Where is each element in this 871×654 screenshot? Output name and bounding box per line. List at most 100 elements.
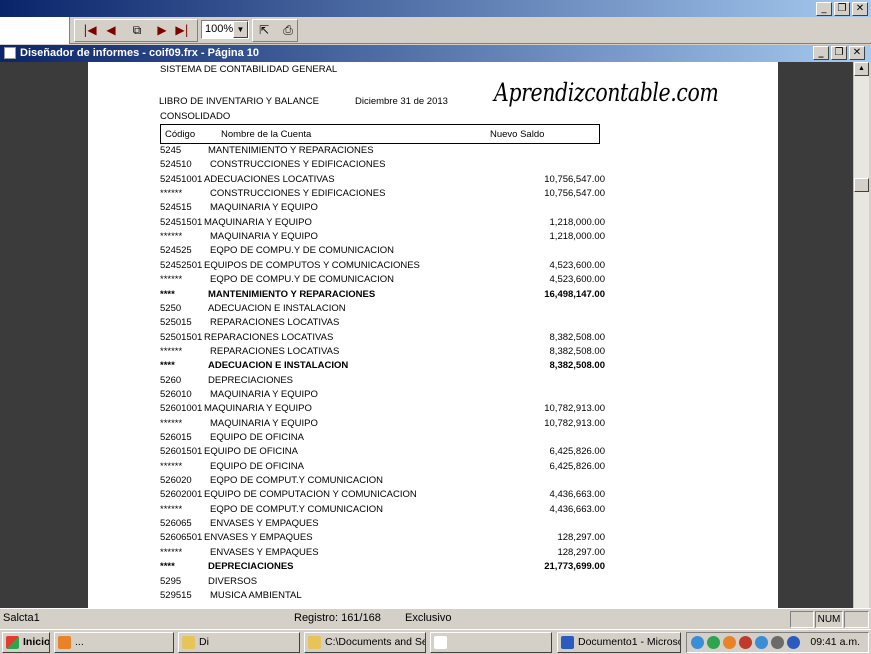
tray-icon[interactable] bbox=[739, 636, 752, 649]
table-row: 524525 EQPO DE COMPU.Y DE COMUNICACION bbox=[160, 245, 605, 259]
vertical-scrollbar[interactable]: ▲ bbox=[853, 62, 869, 608]
account-code: 52501501 bbox=[160, 331, 203, 343]
exit-preview-icon[interactable]: ⇱ bbox=[254, 20, 274, 40]
account-balance: 10,756,547.00 bbox=[544, 173, 605, 185]
tray-icon[interactable] bbox=[707, 636, 720, 649]
app-titlebar: _ ❐ ✕ bbox=[0, 0, 871, 17]
account-code: 52452501 bbox=[160, 259, 203, 271]
taskbar-button[interactable]: ... bbox=[54, 632, 174, 653]
first-page-icon[interactable]: |◀ bbox=[80, 20, 100, 40]
account-name: EQUIPO DE OFICINA bbox=[210, 460, 304, 472]
table-row: 529515 MUSICA AMBIENTAL bbox=[160, 590, 605, 604]
table-row: ****** EQUIPO DE OFICINA 6,425,826.00 bbox=[160, 461, 605, 475]
column-header: Código Nombre de la Cuenta Nuevo Saldo bbox=[160, 124, 600, 144]
status-panel bbox=[844, 611, 869, 628]
print-icon[interactable]: ⎙ bbox=[278, 20, 298, 40]
tray-icon[interactable] bbox=[787, 636, 800, 649]
toolbar-blank-strip bbox=[0, 17, 70, 44]
app-icon bbox=[182, 636, 195, 649]
table-row: ****** EQPO DE COMPUT.Y COMUNICACION 4,436… bbox=[160, 504, 605, 518]
account-name: MAQUINARIA Y EQUIPO bbox=[210, 388, 318, 400]
taskbar-button[interactable]: Documento1 - Microso... bbox=[557, 632, 681, 653]
account-balance: 10,782,913.00 bbox=[544, 417, 605, 429]
table-row: 526020 EQPO DE COMPUT.Y COMUNICACION bbox=[160, 475, 605, 489]
preview-area: SISTEMA DE CONTABILIDAD GENERAL LIBRO DE… bbox=[0, 62, 853, 608]
account-code: 526010 bbox=[160, 388, 192, 400]
account-code: **** bbox=[160, 288, 175, 300]
restore-icon[interactable]: ❐ bbox=[831, 46, 847, 60]
tray-icon[interactable] bbox=[755, 636, 768, 649]
account-name: DIVERSOS bbox=[208, 575, 258, 587]
account-code: 526015 bbox=[160, 432, 192, 443]
zoom-select[interactable]: 100% ▼ bbox=[201, 20, 249, 39]
table-row: 524510 CONSTRUCCIONES Y EDIFICACIONES bbox=[160, 159, 605, 173]
restore-icon[interactable]: ❐ bbox=[834, 2, 850, 16]
account-name: MANTENIMIENTO Y REPARACIONES bbox=[208, 145, 374, 156]
account-balance: 1,218,000.00 bbox=[549, 231, 605, 243]
account-name: ADECUACION E INSTALACION bbox=[208, 302, 346, 314]
window-titlebar: Diseñador de informes - coif09.frx - Pág… bbox=[0, 45, 871, 62]
account-code: ****** bbox=[160, 345, 183, 357]
account-balance: 10,782,913.00 bbox=[544, 403, 605, 415]
tray-icon[interactable] bbox=[723, 636, 736, 649]
account-name: MAQUINARIA Y EQUIPO bbox=[210, 231, 318, 243]
table-row: 526065 ENVASES Y EMPAQUES bbox=[160, 518, 605, 532]
report-date: Diciembre 31 de 2013 bbox=[355, 96, 448, 107]
taskbar-button[interactable]: Di bbox=[178, 632, 300, 653]
taskbar-button[interactable] bbox=[430, 632, 552, 653]
account-code: ****** bbox=[160, 274, 183, 286]
scroll-up-icon[interactable]: ▲ bbox=[854, 62, 869, 76]
account-name: MUSICA AMBIENTAL bbox=[210, 589, 302, 601]
account-code: 5295 bbox=[160, 575, 182, 587]
preview-toolbar: |◀ ◀ ⧉ ▶ ▶| 100% ▼ ⇱ ⎙ bbox=[0, 17, 871, 44]
account-balance: 8,382,508.00 bbox=[549, 345, 605, 357]
account-code: 52451001 bbox=[160, 173, 203, 185]
account-name: EQUIPO DE OFICINA bbox=[204, 446, 298, 458]
taskbar-label: C:\Documents and Se... bbox=[325, 636, 426, 648]
table-row: 524515 MAQUINARIA Y EQUIPO bbox=[160, 202, 605, 216]
tray-icon[interactable] bbox=[771, 636, 784, 649]
taskbar-label: Documento1 - Microso... bbox=[578, 636, 681, 648]
chevron-down-icon[interactable]: ▼ bbox=[233, 21, 248, 38]
copy-icon[interactable]: ⧉ bbox=[127, 20, 147, 40]
account-code: 526020 bbox=[160, 475, 192, 487]
close-icon[interactable]: ✕ bbox=[852, 2, 868, 16]
next-page-icon[interactable]: ▶ bbox=[152, 20, 172, 40]
account-balance: 1,218,000.00 bbox=[549, 216, 605, 228]
close-icon[interactable]: ✕ bbox=[849, 46, 865, 60]
account-name: EQUIPO DE COMPUTACION Y COMUNICACION bbox=[204, 489, 417, 501]
account-name: ENVASES Y EMPAQUES bbox=[210, 546, 319, 558]
account-name: ADECUACIONES LOCATIVAS bbox=[204, 173, 335, 185]
status-record: Registro: 161/168 bbox=[294, 612, 381, 624]
table-row: 52452501 EQUIPOS DE COMPUTOS Y COMUNICACI… bbox=[160, 260, 605, 274]
system-tray: 09:41 a.m. bbox=[686, 632, 869, 653]
start-label: Inicio bbox=[23, 636, 50, 648]
taskbar-button[interactable]: C:\Documents and Se... bbox=[304, 632, 426, 653]
last-page-icon[interactable]: ▶| bbox=[172, 20, 192, 40]
prev-page-icon[interactable]: ◀ bbox=[101, 20, 121, 40]
account-balance: 4,436,663.00 bbox=[549, 489, 605, 501]
app-icon bbox=[561, 636, 574, 649]
minimize-icon[interactable]: _ bbox=[813, 46, 829, 60]
tray-icon[interactable] bbox=[691, 636, 704, 649]
account-name: CONSTRUCCIONES Y EDIFICACIONES bbox=[210, 159, 386, 171]
start-button[interactable]: Inicio bbox=[2, 632, 50, 653]
account-balance: 6,425,826.00 bbox=[549, 460, 605, 472]
account-code: ****** bbox=[160, 546, 183, 558]
account-name: MAQUINARIA Y EQUIPO bbox=[210, 202, 318, 214]
account-name: EQPO DE COMPU.Y DE COMUNICACION bbox=[210, 245, 395, 257]
scroll-thumb[interactable] bbox=[854, 178, 869, 192]
account-balance: 128,297.00 bbox=[557, 532, 605, 544]
account-name: EQUIPO DE OFICINA bbox=[210, 432, 304, 443]
account-name: CONSTRUCCIONES Y EDIFICACIONES bbox=[210, 188, 386, 200]
account-code: 52602001 bbox=[160, 489, 203, 501]
taskbar: Inicio ... Di C:\Documents and Se... Docume… bbox=[0, 629, 871, 654]
minimize-icon[interactable]: _ bbox=[816, 2, 832, 16]
status-bar: Salcta1 Registro: 161/168 Exclusivo NUM bbox=[0, 608, 871, 629]
account-code: ****** bbox=[160, 460, 183, 472]
account-name: REPARACIONES LOCATIVAS bbox=[204, 331, 334, 343]
col-code: Código bbox=[165, 129, 196, 140]
account-code: 52451501 bbox=[160, 216, 203, 228]
account-code: 524510 bbox=[160, 159, 192, 171]
account-name: ADECUACION E INSTALACION bbox=[208, 360, 349, 372]
